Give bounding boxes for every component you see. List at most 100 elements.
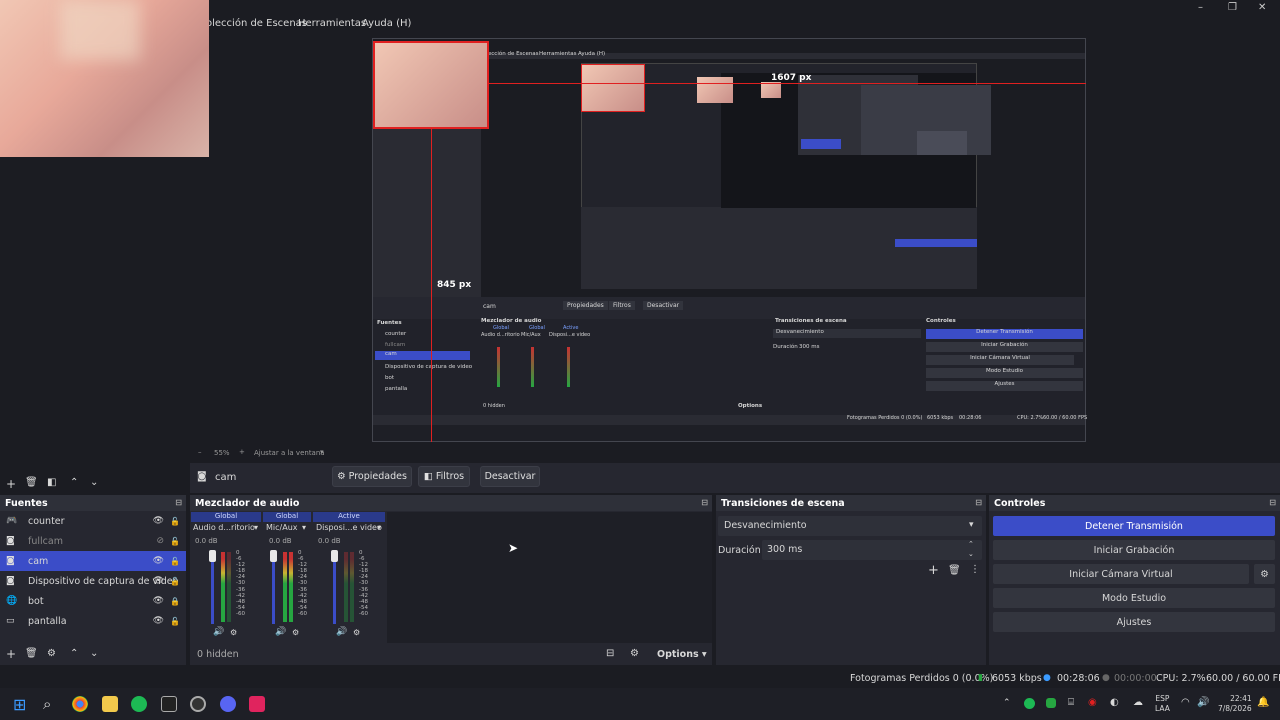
add-transition-icon[interactable]: +: [928, 563, 939, 578]
lock-icon[interactable]: 🔓: [170, 617, 180, 626]
duration-input[interactable]: 300 ms: [762, 540, 982, 560]
stop-stream-button[interactable]: Detener Transmisión: [993, 516, 1275, 536]
spotify-tray-icon[interactable]: [1024, 698, 1035, 709]
folder-icon[interactable]: [102, 696, 118, 712]
trash-icon[interactable]: 🗑: [948, 565, 961, 576]
speaker-icon[interactable]: 🔊: [275, 627, 286, 637]
options-button[interactable]: Options ▾: [657, 649, 707, 660]
spotify-icon[interactable]: [131, 696, 147, 712]
move-up-icon[interactable]: ⌃: [70, 477, 78, 488]
close-icon[interactable]: ✕: [1258, 2, 1266, 13]
language-indicator[interactable]: ESP LAA: [1155, 694, 1170, 714]
search-icon[interactable]: ⌕: [43, 695, 51, 713]
source-row-pantalla[interactable]: ▭ pantalla 👁 🔓: [0, 611, 186, 631]
lock-closed-icon[interactable]: 🔒: [170, 597, 180, 606]
add-source-icon[interactable]: +: [6, 647, 16, 661]
lock-icon[interactable]: 🔓: [170, 557, 180, 566]
volume-knob[interactable]: [270, 550, 277, 562]
channel-name[interactable]: Mic/Aux: [266, 523, 298, 532]
source-row-bot[interactable]: 🌐 bot 👁 🔒: [0, 591, 186, 611]
wifi-icon[interactable]: ◠: [1181, 697, 1190, 708]
discord-icon[interactable]: [220, 696, 236, 712]
tray-icon[interactable]: [1046, 698, 1056, 708]
eye-icon[interactable]: 👁: [153, 596, 164, 606]
stepper-icon[interactable]: ⌃ ⌄: [968, 539, 974, 559]
menu-scene-collection[interactable]: olección de Escenas: [206, 18, 307, 29]
studio-mode-button[interactable]: Modo Estudio: [993, 588, 1275, 608]
float-icon[interactable]: ⊟: [701, 498, 708, 507]
lock-icon[interactable]: 🔓: [170, 537, 180, 546]
eye-icon[interactable]: 👁: [153, 576, 164, 586]
volume-track[interactable]: [211, 552, 214, 624]
source-row-capture[interactable]: ◙ Dispositivo de captura de video 👁 🔓: [0, 571, 186, 591]
mixer-settings-icon[interactable]: ⚙: [630, 648, 639, 659]
source-row-fullcam[interactable]: ◙ fullcam ⊘ 🔓: [0, 531, 186, 551]
add-scene-icon[interactable]: +: [6, 477, 16, 491]
source-row-cam[interactable]: ◙ cam 👁 🔓: [0, 551, 186, 571]
move-down-icon[interactable]: ⌄: [90, 477, 98, 488]
volume-track[interactable]: [333, 552, 336, 624]
settings-icon[interactable]: ⚙: [353, 628, 360, 637]
cloud-icon[interactable]: ☁: [1133, 697, 1143, 708]
terminal-icon[interactable]: [161, 696, 177, 712]
start-virtual-cam-button[interactable]: Iniciar Cámara Virtual: [993, 564, 1249, 584]
trash-icon[interactable]: 🗑: [25, 648, 38, 659]
move-down-icon[interactable]: ⌄: [90, 648, 98, 659]
filter-icon[interactable]: ◧: [47, 477, 56, 488]
hidden-count[interactable]: 0 hidden: [197, 649, 239, 660]
gear-icon[interactable]: ⚙: [47, 648, 56, 659]
channel-name[interactable]: Audio d...ritorio: [193, 523, 255, 532]
zoom-in-button[interactable]: +: [239, 448, 245, 456]
source-row-counter[interactable]: 🎮 counter 👁 🔓: [0, 511, 186, 531]
menu-help[interactable]: Ayuda (H): [362, 18, 411, 29]
filters-button[interactable]: ◧ Filtros: [418, 466, 470, 487]
notification-icon[interactable]: 🔔: [1257, 697, 1269, 708]
float-icon[interactable]: ⊟: [975, 498, 982, 507]
volume-knob[interactable]: [331, 550, 338, 562]
volume-icon[interactable]: 🔊: [1197, 697, 1209, 708]
more-icon[interactable]: ⋮: [970, 564, 980, 575]
maximize-icon[interactable]: ❐: [1228, 2, 1237, 13]
lock-icon[interactable]: 🔓: [170, 517, 180, 526]
eye-off-icon[interactable]: ⊘: [156, 536, 164, 546]
trash-icon[interactable]: 🗑: [25, 477, 38, 488]
zoom-out-button[interactable]: –: [198, 448, 202, 456]
speaker-icon[interactable]: 🔊: [213, 627, 224, 637]
deactivate-button[interactable]: Desactivar: [480, 466, 540, 487]
speaker-icon[interactable]: 🔊: [336, 627, 347, 637]
transition-select[interactable]: Desvanecimiento: [718, 516, 982, 536]
move-up-icon[interactable]: ⌃: [70, 648, 78, 659]
volume-track[interactable]: [272, 552, 275, 624]
chevron-up-icon[interactable]: ⌃: [1003, 698, 1011, 708]
eye-icon[interactable]: 👁: [153, 616, 164, 626]
eye-icon[interactable]: 👁: [153, 556, 164, 566]
channel-name[interactable]: Disposi...e video: [316, 523, 382, 532]
chevron-down-icon[interactable]: ▾: [254, 523, 258, 532]
volume-knob[interactable]: [209, 550, 216, 562]
windows-start-icon[interactable]: ⊞: [13, 695, 26, 714]
lock-icon[interactable]: 🔓: [170, 577, 180, 586]
tiktok-icon[interactable]: [249, 696, 265, 712]
menu-tools[interactable]: Herramientas: [298, 18, 366, 29]
clock[interactable]: 22:41 7/8/2026: [1218, 694, 1252, 714]
chevron-down-icon[interactable]: ▾: [377, 523, 381, 532]
chevron-down-icon[interactable]: ▾: [969, 520, 974, 530]
zoom-fit[interactable]: Ajustar a la ventana: [254, 449, 325, 457]
layout-icon[interactable]: ⊟: [606, 648, 614, 659]
float-icon[interactable]: ⊟: [175, 498, 182, 507]
chevron-down-icon[interactable]: ▾: [302, 523, 306, 532]
float-icon[interactable]: ⊟: [1269, 498, 1276, 507]
chevron-down-icon[interactable]: ▾: [320, 448, 324, 456]
minimize-icon[interactable]: –: [1198, 2, 1203, 13]
properties-button[interactable]: ⚙ Propiedades: [332, 466, 412, 487]
chrome-icon[interactable]: [72, 696, 88, 712]
obs-icon[interactable]: [190, 696, 206, 712]
settings-button[interactable]: Ajustes: [993, 612, 1275, 632]
settings-icon[interactable]: ⚙: [292, 628, 299, 637]
settings-icon[interactable]: ⚙: [230, 628, 237, 637]
obs-tray-icon[interactable]: ◉: [1088, 697, 1097, 708]
discord-tray-icon[interactable]: ◐: [1110, 697, 1119, 708]
eye-icon[interactable]: 👁: [153, 516, 164, 526]
start-recording-button[interactable]: Iniciar Grabación: [993, 540, 1275, 560]
usb-icon[interactable]: ⌸: [1068, 697, 1074, 708]
